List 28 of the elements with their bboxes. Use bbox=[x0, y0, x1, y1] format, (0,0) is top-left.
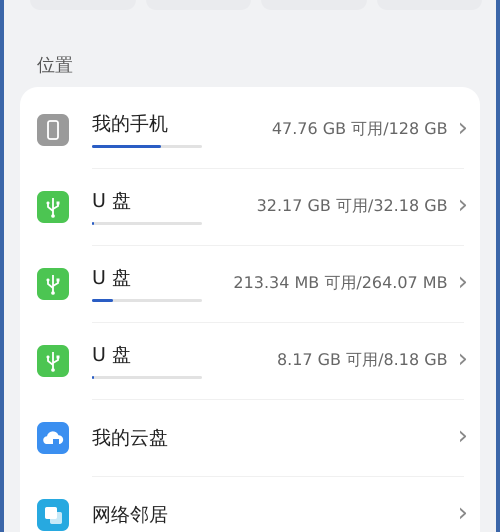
chevron-icon: › bbox=[458, 192, 468, 218]
usb-icon bbox=[37, 268, 69, 300]
location-name: U 盘 bbox=[92, 266, 131, 291]
chevron-icon: › bbox=[458, 346, 468, 372]
location-row[interactable]: U 盘 213.34 MB 可用/264.07 MB › bbox=[20, 245, 480, 322]
chevron-icon: › bbox=[458, 422, 468, 448]
storage-reading: 32.17 GB 可用/32.18 GB bbox=[256, 196, 448, 217]
phone-icon bbox=[37, 114, 69, 146]
chevron-icon: › bbox=[458, 268, 468, 294]
location-row[interactable]: 我的手机 47.76 GB 可用/128 GB › bbox=[20, 91, 480, 168]
storage-reading: 8.17 GB 可用/8.18 GB bbox=[276, 350, 448, 371]
location-name: 我的云盘 bbox=[92, 426, 168, 450]
location-name: U 盘 bbox=[92, 343, 131, 368]
chevron-icon: › bbox=[458, 500, 468, 526]
chevron-icon: › bbox=[458, 114, 468, 140]
location-row[interactable]: U 盘 8.17 GB 可用/8.18 GB › bbox=[20, 322, 480, 399]
section-title: 位置 bbox=[36, 54, 74, 77]
location-name: U 盘 bbox=[92, 189, 131, 214]
location-row[interactable]: 我的云盘 › bbox=[20, 399, 480, 476]
location-row[interactable]: 网络邻居 › bbox=[20, 476, 480, 532]
cloud-icon bbox=[37, 422, 69, 454]
usb-icon bbox=[37, 344, 69, 376]
storage-reading: 213.34 MB 可用/264.07 MB bbox=[233, 273, 448, 294]
location-row[interactable]: U 盘 32.17 GB 可用/32.18 GB › bbox=[20, 168, 480, 245]
location-name: 网络邻居 bbox=[92, 502, 168, 528]
location-name: 我的手机 bbox=[92, 112, 168, 137]
storage-reading: 47.76 GB 可用/128 GB bbox=[272, 119, 448, 140]
usb-icon bbox=[37, 190, 69, 222]
